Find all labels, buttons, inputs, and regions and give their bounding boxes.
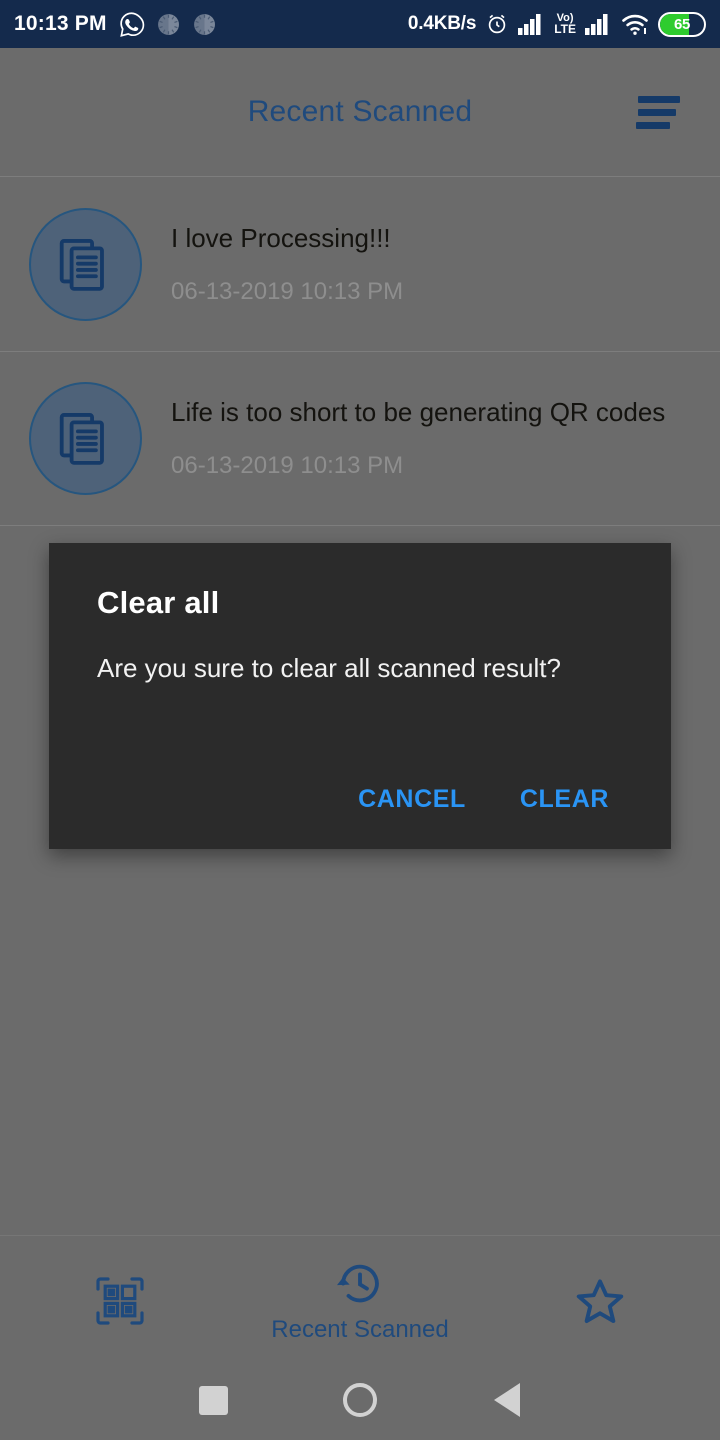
dialog-actions: CANCEL CLEAR xyxy=(97,775,623,824)
clear-all-dialog: Clear all Are you sure to clear all scan… xyxy=(49,543,671,849)
system-navigation-bar xyxy=(0,1360,720,1440)
back-triangle-icon[interactable] xyxy=(472,1370,542,1430)
home-circle-icon[interactable] xyxy=(325,1370,395,1430)
nav-item-recent-scanned[interactable]: Recent Scanned xyxy=(240,1236,480,1360)
cancel-button[interactable]: CANCEL xyxy=(344,775,480,824)
history-icon xyxy=(337,1258,383,1310)
nav-label-recent-scanned: Recent Scanned xyxy=(271,1316,449,1343)
nav-item-scan[interactable] xyxy=(0,1236,240,1360)
recents-square-icon[interactable] xyxy=(178,1370,248,1430)
qr-scan-icon xyxy=(94,1275,146,1327)
dialog-title: Clear all xyxy=(97,585,220,620)
recents-square-shape xyxy=(198,1385,228,1415)
home-circle-shape xyxy=(342,1383,377,1417)
battery-percent-text: 65 xyxy=(673,15,691,33)
dialog-message: Are you sure to clear all scanned result… xyxy=(97,653,561,683)
star-icon xyxy=(574,1275,626,1327)
bottom-navigation: Recent Scanned xyxy=(0,1235,720,1360)
nav-item-favorites[interactable] xyxy=(480,1236,720,1360)
clear-button[interactable]: CLEAR xyxy=(506,775,623,824)
back-triangle-shape xyxy=(493,1383,520,1417)
